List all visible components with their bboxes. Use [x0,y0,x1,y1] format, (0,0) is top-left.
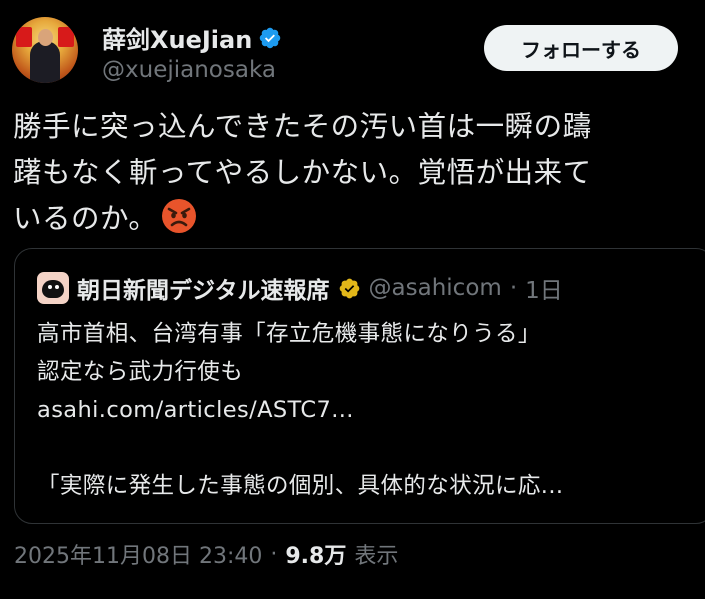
avatar-person [30,41,60,83]
tweet-text-fragment: いるのか。 [13,202,158,235]
quoted-tweet-time[interactable]: 1日 [525,271,563,305]
views-label: 表示 [354,544,399,569]
follow-button[interactable]: フォローする [484,25,678,71]
quoted-author-avatar[interactable] [37,272,69,304]
tweet-timestamp[interactable]: 2025年11月08日 23:40 [14,538,262,570]
verified-org-badge-icon [339,278,359,298]
avatar-shape [42,280,64,298]
quoted-article-link[interactable]: asahi.com/articles/ASTC7... [37,391,697,429]
author-name-row: 薛剑XueJian [102,20,282,55]
tweet-text-line: 躇もなく斬ってやるしかない。覚悟が出来て [13,156,592,189]
quoted-text-gap [37,429,697,467]
flag-decor [16,27,32,47]
author-display-name[interactable]: 薛剑XueJian [102,20,252,55]
tweet-meta: 2025年11月08日 23:40 · 9.8万 表示 [14,538,398,570]
quoted-author-handle[interactable]: @asahicom [369,275,502,301]
quoted-author-name[interactable]: 朝日新聞デジタル速報席 [77,271,330,305]
avatar-eye [48,285,52,289]
quoted-text-line: 高市首相、台湾有事「存立危機事態になりうる」 [37,321,541,347]
quoted-text-line: 認定なら武力行使も [37,359,244,385]
views-count: 9.8万 [285,544,347,569]
tweet-text-line: 勝手に突っ込んできたその汚い首は一瞬の躊 [13,110,592,143]
author-avatar[interactable] [12,17,78,83]
author-handle[interactable]: @xuejianosaka [102,57,276,83]
quoted-text-line: 「実際に発生した事態の個別、具体的な状況に応... [37,473,564,499]
tweet-text: 勝手に突っ込んできたその汚い首は一瞬の躊 躇もなく斬ってやるしかない。覚悟が出来… [13,104,698,242]
verified-badge-icon [260,27,281,48]
avatar-eye [55,285,59,289]
separator-dot: · [509,275,518,301]
tweet-header: 薛剑XueJian @xuejianosaka フォローする [0,0,705,100]
avatar-head [38,29,53,46]
angry-face-icon [162,199,197,233]
tweet-text-line: いるのか。 [13,196,698,242]
quoted-tweet-body: 高市首相、台湾有事「存立危機事態になりうる」 認定なら武力行使も asahi.c… [37,315,697,505]
quoted-tweet-card[interactable]: 朝日新聞デジタル速報席 @asahicom · 1日 高市首相、台湾有事「存立危… [14,248,705,524]
quoted-tweet-header: 朝日新聞デジタル速報席 @asahicom · 1日 [37,271,563,305]
flag-decor [58,27,74,47]
separator-dot: · [270,541,278,567]
